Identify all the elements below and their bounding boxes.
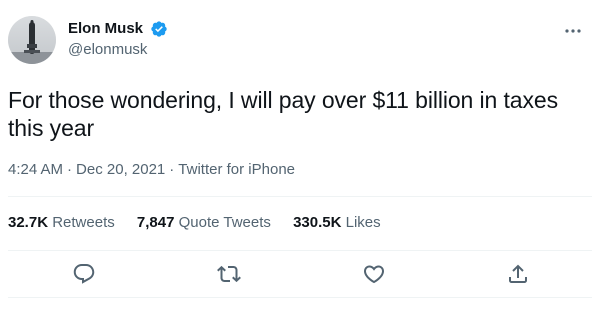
quote-tweets-stat[interactable]: 7,847 Quote Tweets	[137, 213, 271, 233]
heart-icon[interactable]	[362, 262, 386, 286]
likes-label: Likes	[345, 214, 381, 231]
retweets-label: Retweets	[52, 214, 115, 231]
more-options-icon[interactable]	[562, 24, 584, 38]
tweet-text: For those wondering, I will pay over $11…	[8, 87, 558, 141]
tweet-date[interactable]: Dec 20, 2021	[76, 161, 165, 178]
display-name[interactable]: Elon Musk	[68, 20, 143, 38]
handle[interactable]: @elonmusk	[68, 41, 168, 59]
reply-icon[interactable]	[72, 262, 96, 286]
tweet-meta: 4:24 AM · Dec 20, 2021 · Twitter for iPhone	[8, 160, 295, 180]
tweet-time[interactable]: 4:24 AM	[8, 161, 63, 178]
verified-badge-icon	[150, 20, 168, 38]
divider	[8, 250, 592, 251]
tweet-card: Elon Musk @elonmusk For those wondering,…	[0, 0, 600, 311]
divider	[8, 297, 592, 298]
retweet-icon[interactable]	[217, 262, 241, 286]
tweet-header: Elon Musk @elonmusk	[8, 16, 590, 68]
likes-stat[interactable]: 330.5K Likes	[293, 213, 381, 233]
divider	[8, 196, 592, 197]
author-block: Elon Musk @elonmusk	[68, 20, 168, 59]
tweet-source[interactable]: Twitter for iPhone	[178, 161, 295, 178]
meta-separator: ·	[169, 161, 175, 178]
share-icon[interactable]	[506, 262, 530, 286]
avatar[interactable]	[8, 16, 56, 64]
tweet-stats: 32.7K Retweets 7,847 Quote Tweets 330.5K…	[8, 213, 399, 233]
meta-separator: ·	[67, 161, 73, 178]
likes-count: 330.5K	[293, 214, 342, 231]
tweet-actions	[8, 258, 592, 290]
quote-tweets-count: 7,847	[136, 214, 175, 231]
quote-tweets-label: Quote Tweets	[178, 214, 271, 231]
retweets-count: 32.7K	[8, 214, 49, 231]
retweets-stat[interactable]: 32.7K Retweets	[8, 213, 115, 233]
